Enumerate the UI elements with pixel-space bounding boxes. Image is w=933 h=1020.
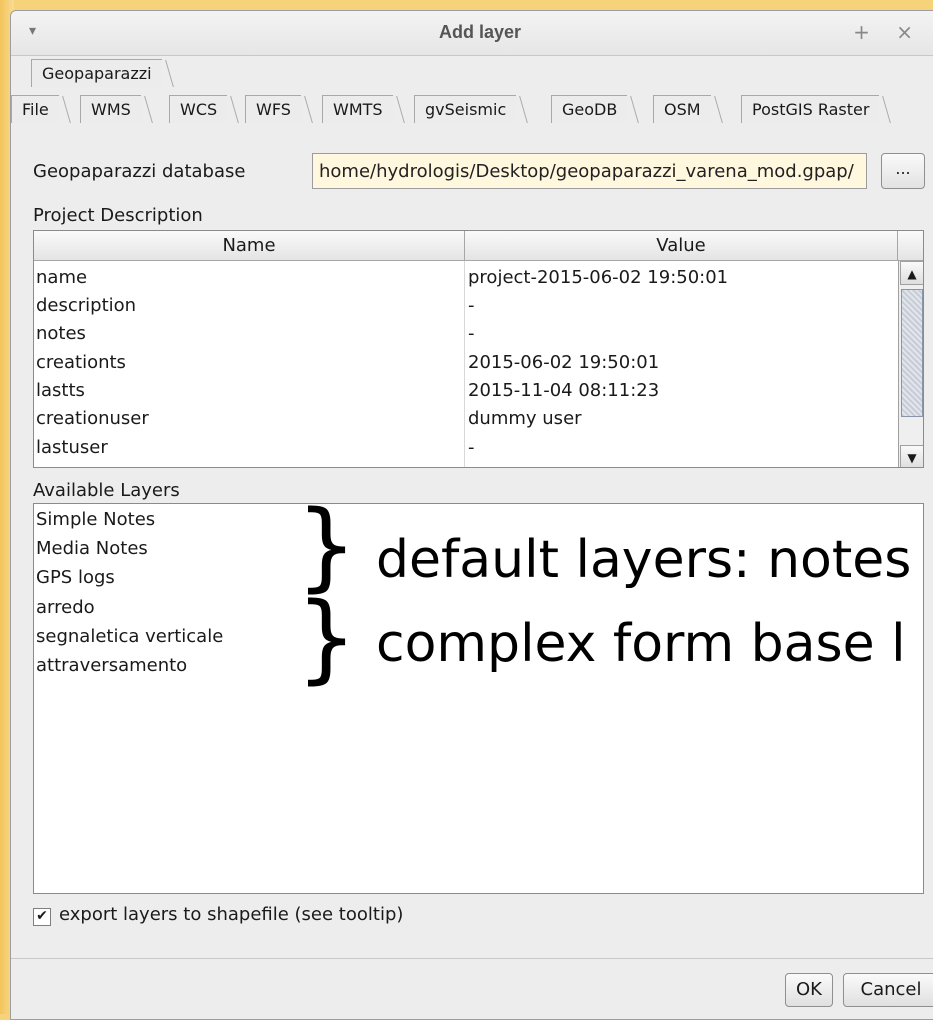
cell-value: - [468,437,475,458]
layer-item-simple-notes[interactable]: Simple Notes [36,506,155,534]
browse-button[interactable]: ... [881,153,925,189]
tab-wms[interactable]: WMS [80,95,141,123]
table-row[interactable]: lastuser - [34,433,898,462]
available-layers-list: Simple Notes Media Notes GPS logs arredo… [33,498,924,894]
column-header-name[interactable]: Name [34,231,465,261]
tab-gvseismic[interactable]: gvSeismic [414,95,517,123]
project-description-table: Name Value name project-2015-06-02 19:50… [33,230,924,468]
tab-geodb[interactable]: GeoDB [551,95,628,123]
cell-name: name [36,267,88,288]
dialog-title: Add layer [438,22,522,42]
cell-name: creationuser [36,408,149,429]
database-path-input[interactable] [312,153,867,189]
default-layers-brace: } [296,490,358,602]
cell-name: lastuser [36,437,108,458]
project-description-label: Project Description [33,205,203,226]
tab-wfs[interactable]: WFS [245,95,301,123]
cell-name: creationts [36,352,126,373]
layer-item-media-notes[interactable]: Media Notes [36,535,148,563]
tab-geopaparazzi[interactable]: Geopaparazzi [31,59,162,87]
tab-postgis-raster[interactable]: PostGIS Raster [741,95,880,123]
button-bar-separator [11,958,933,959]
ok-button[interactable]: OK [785,973,833,1007]
cell-name: description [36,295,137,316]
cell-name: notes [36,323,86,344]
table-scrollbar[interactable]: ▲ ▼ [898,261,923,467]
table-row[interactable]: notes - [34,319,898,348]
tab-wmts[interactable]: WMTS [322,95,393,123]
cell-value: 2015-06-02 19:50:01 [468,352,660,373]
table-row[interactable]: creationts 2015-06-02 19:50:01 [34,348,898,377]
table-row[interactable]: description - [34,291,898,320]
column-header-corner [898,231,923,261]
database-label: Geopaparazzi database [33,161,246,182]
window-controls-icon[interactable]: + × [853,20,923,44]
table-row[interactable]: lastts 2015-11-04 08:11:23 [34,376,898,405]
cell-value: dummy user [468,408,582,429]
scroll-thumb[interactable] [901,289,923,417]
complex-layers-annotation: complex form base l [376,614,906,674]
table-row[interactable]: creationuser dummy user [34,404,898,433]
cell-name: lastts [36,380,85,401]
layer-item-gps-logs[interactable]: GPS logs [36,564,115,592]
tab-file[interactable]: File [11,95,59,123]
tab-wcs[interactable]: WCS [169,95,228,123]
layer-item-arredo[interactable]: arredo [36,594,95,622]
scroll-down-icon[interactable]: ▼ [900,445,923,467]
layer-item-attraversamento[interactable]: attraversamento [36,652,187,680]
complex-layers-brace: } [296,582,358,694]
tab-osm[interactable]: OSM [653,95,711,123]
export-shapefile-checkbox[interactable]: ✔ [33,908,51,926]
cell-value: - [468,323,475,344]
cell-value: 2015-11-04 08:11:23 [468,380,660,401]
cancel-button[interactable]: Cancel [843,973,933,1007]
scroll-up-icon[interactable]: ▲ [900,261,923,285]
export-shapefile-label[interactable]: export layers to shapefile (see tooltip) [59,904,403,925]
cell-value: - [468,295,475,316]
column-header-value[interactable]: Value [465,231,898,261]
default-layers-annotation: default layers: notes [376,530,912,590]
dialog-titlebar[interactable]: ▾ Add layer + × [11,11,933,56]
available-layers-label: Available Layers [33,480,180,501]
cell-value: project-2015-06-02 19:50:01 [468,267,729,288]
table-row[interactable]: name project-2015-06-02 19:50:01 [34,263,898,292]
add-layer-dialog: ▾ Add layer + × Geopaparazzi File WMS WC… [10,10,933,1020]
layer-item-segnaletica-verticale[interactable]: segnaletica verticale [36,623,223,651]
